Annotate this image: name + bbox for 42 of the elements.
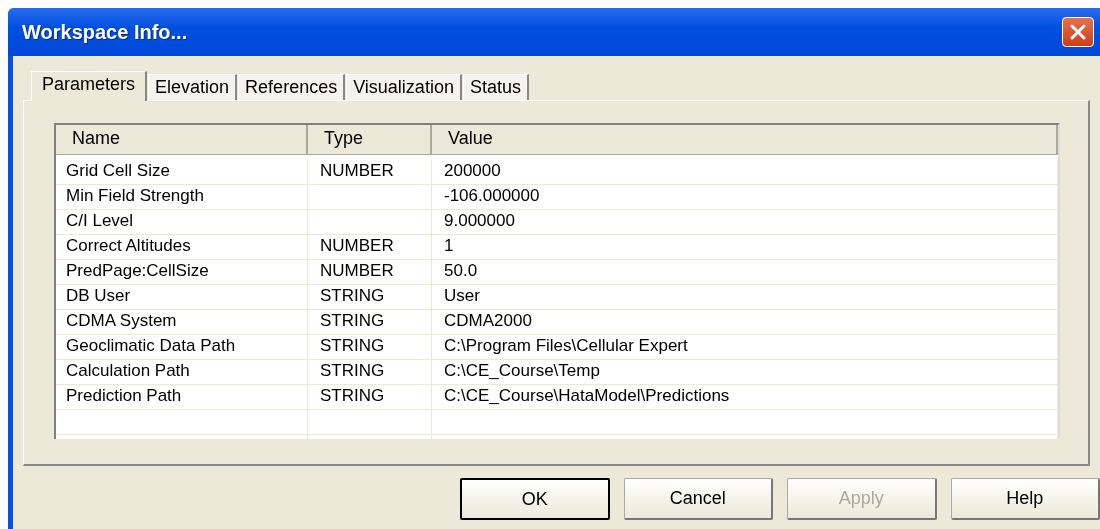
tab[interactable]: Visualization (346, 74, 462, 100)
table-cell: Grid Cell Size (66, 161, 170, 180)
table-cell: 1 (444, 236, 454, 255)
close-button[interactable] (1062, 17, 1094, 47)
table-cell: C:\Program Files\Cellular Expert (444, 336, 688, 355)
dialog-button[interactable]: Help (950, 478, 1100, 520)
table-cell: Correct Altitudes (66, 236, 191, 255)
table-cell: 50.0 (444, 261, 478, 280)
table-cell: Calculation Path (66, 361, 190, 380)
table-cell: STRING (320, 386, 385, 405)
tab[interactable]: Elevation (148, 74, 238, 100)
table-cell: C:\CE_Course\Temp (444, 361, 600, 380)
tab[interactable]: Status (462, 74, 529, 100)
table-cell: NUMBER (320, 161, 394, 180)
tab[interactable]: References (238, 74, 346, 100)
table-cell: Geoclimatic Data Path (66, 336, 236, 355)
table-cell: NUMBER (320, 236, 394, 255)
column-header[interactable]: Type (308, 125, 432, 155)
table-cell: 9.000000 (444, 211, 515, 230)
table-cell: STRING (320, 311, 385, 330)
table-cell: C:\CE_Course\HataModel\Predictions (444, 386, 730, 405)
table-cell: STRING (320, 286, 385, 305)
table-cell: 200000 (444, 161, 501, 180)
table-cell: C/I Level (66, 211, 134, 230)
table-cell: CDMA2000 (444, 311, 532, 330)
table-cell: PredPage:CellSize (66, 261, 209, 280)
tab[interactable]: Parameters (31, 71, 148, 101)
column-header[interactable]: Name (56, 125, 308, 155)
close-icon (1068, 22, 1088, 42)
table-cell: STRING (320, 361, 385, 380)
dialog-button[interactable]: Cancel (623, 478, 773, 520)
table-cell: -106.000000 (444, 186, 540, 205)
column-header[interactable]: Value (432, 125, 1058, 155)
table-cell: CDMA System (66, 311, 177, 330)
table-cell: User (444, 286, 480, 305)
table-cell: DB User (66, 286, 131, 305)
dialog-button[interactable]: OK (460, 478, 610, 520)
table-cell: NUMBER (320, 261, 394, 280)
table-cell: STRING (320, 336, 385, 355)
table-cell: Min Field Strength (66, 186, 204, 205)
table-cell: Prediction Path (66, 386, 182, 405)
window-title: Workspace Info... (22, 20, 188, 44)
